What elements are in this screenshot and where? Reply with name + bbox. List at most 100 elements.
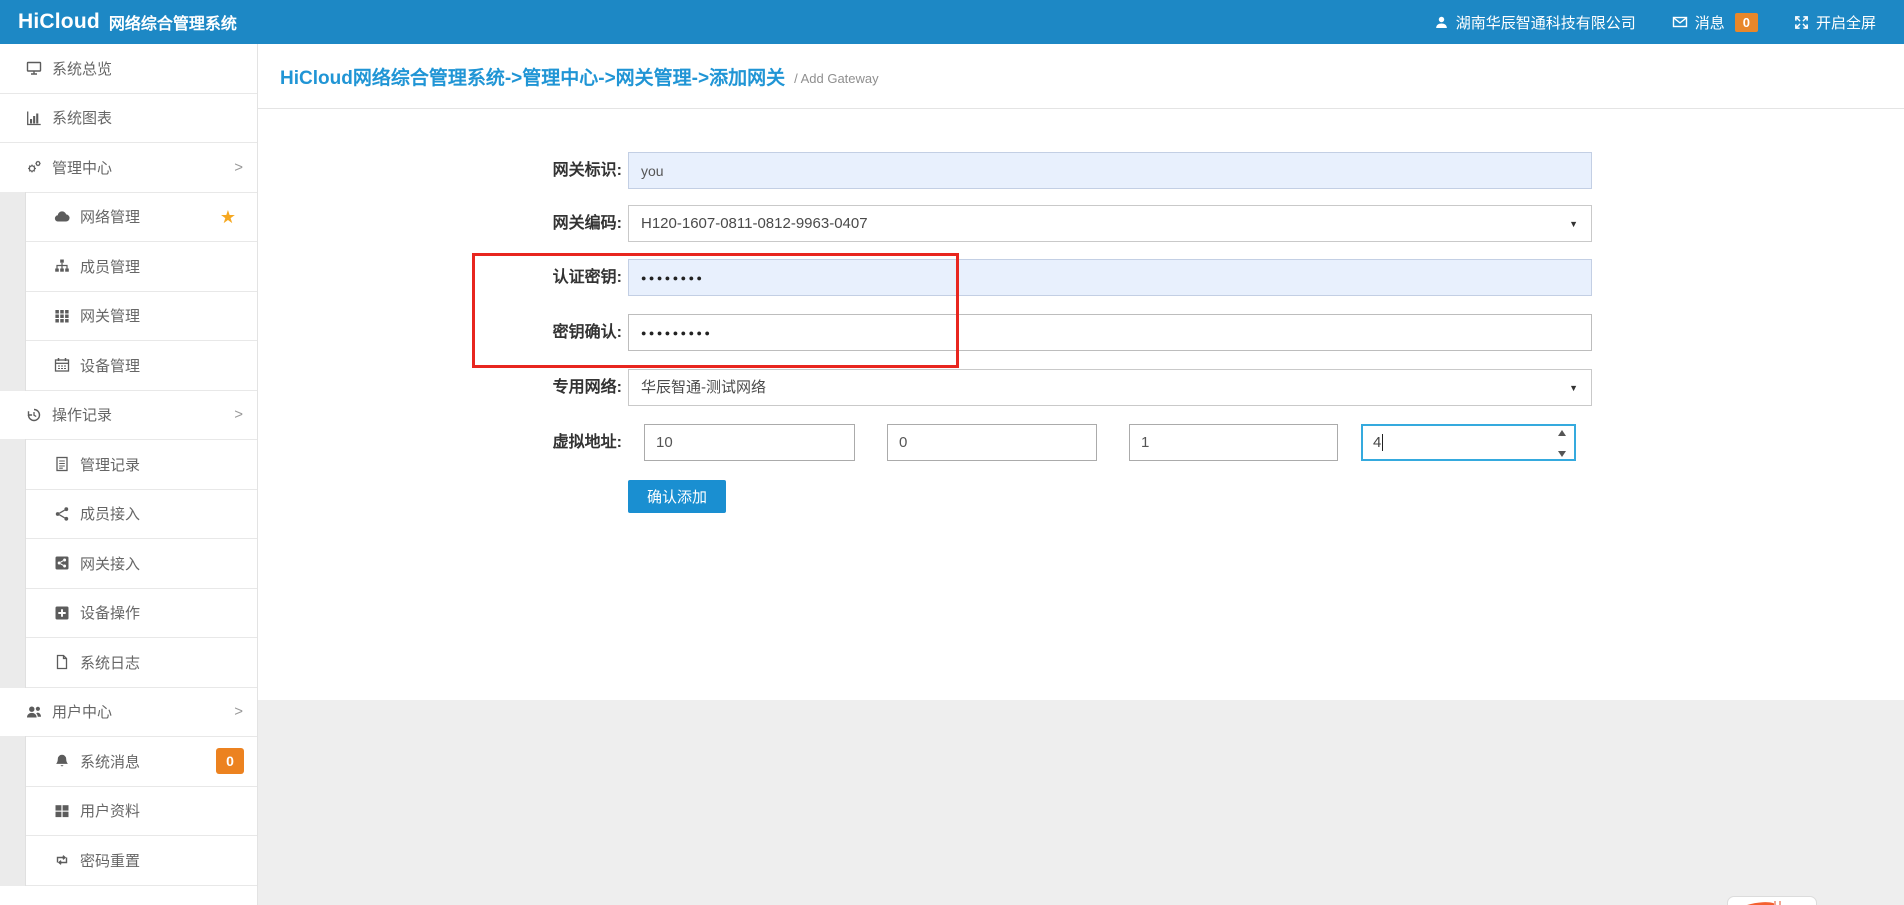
history-icon bbox=[24, 407, 44, 423]
breadcrumb-note: / Add Gateway bbox=[794, 71, 879, 86]
auth-key-label: 认证密钥: bbox=[258, 259, 622, 296]
private-network-select[interactable]: 华辰智通-测试网络 ▼ bbox=[628, 369, 1592, 406]
sidebar-item-label: 管理中心 bbox=[52, 157, 112, 178]
sidebar-item-gateway-management[interactable]: 网关管理 bbox=[0, 292, 257, 342]
number-stepper[interactable] bbox=[1554, 430, 1569, 457]
key-confirm-input[interactable] bbox=[628, 314, 1592, 351]
star-icon: ★ bbox=[220, 208, 236, 226]
sidebar-item-label: 成员管理 bbox=[80, 256, 140, 277]
key-confirm-label: 密钥确认: bbox=[258, 314, 622, 351]
virtual-address-input-4[interactable]: 4 bbox=[1361, 424, 1576, 461]
mail-icon bbox=[1672, 14, 1688, 30]
confirm-add-button[interactable]: 确认添加 bbox=[628, 480, 726, 513]
auth-key-input[interactable] bbox=[628, 259, 1592, 296]
file-icon bbox=[52, 654, 72, 670]
sidebar-menu: 系统总览系统图表管理中心 > 网络管理 ★ 成员管理网关管理设备管理操作记录> 管理记录成… bbox=[0, 44, 258, 905]
grid-icon bbox=[52, 308, 72, 324]
sidebar-item-admin-records[interactable]: 管理记录 bbox=[0, 440, 257, 490]
sidebar-item-gateway-access[interactable]: 网关接入 bbox=[0, 539, 257, 589]
fullscreen-icon bbox=[1794, 15, 1809, 30]
sidebar-item-admin-center[interactable]: 管理中心 > bbox=[0, 143, 257, 193]
sidebar-item-device-management[interactable]: 设备管理 bbox=[0, 341, 257, 391]
key-confirm-row: 密钥确认: bbox=[258, 314, 1904, 351]
calendar-icon bbox=[52, 357, 72, 373]
sidebar-item-label: 成员接入 bbox=[80, 503, 140, 524]
gateway-id-row: 网关标识: bbox=[258, 152, 1904, 189]
messages-count-badge: 0 bbox=[1735, 13, 1758, 32]
support-widget-logo-line bbox=[1779, 901, 1781, 905]
auth-key-row: 认证密钥: bbox=[258, 259, 1904, 296]
stepper-up-icon[interactable] bbox=[1558, 430, 1566, 436]
virtual-address-value-4: 4 bbox=[1373, 434, 1381, 451]
cloud-icon bbox=[52, 209, 72, 225]
gateway-code-select[interactable]: H120-1607-0811-0812-9963-0407 ▼ bbox=[628, 205, 1592, 242]
app-root: HiCloud 网络综合管理系统 湖南华辰智通科技有限公司 消息 0 开启全屏 … bbox=[0, 0, 1904, 905]
bell-icon bbox=[52, 753, 72, 769]
desktop-icon bbox=[24, 60, 44, 76]
main-content: HiCloud网络综合管理系统->管理中心->网关管理->添加网关 / Add … bbox=[258, 44, 1904, 905]
sidebar-item-label: 系统图表 bbox=[52, 107, 112, 128]
support-widget-logo bbox=[1734, 899, 1778, 905]
page-background bbox=[258, 700, 1904, 905]
breadcrumb-path: HiCloud网络综合管理系统->管理中心->网关管理->添加网关 bbox=[280, 63, 785, 90]
sidebar-item-label: 用户中心 bbox=[52, 701, 112, 722]
sidebar-item-label: 设备操作 bbox=[80, 602, 140, 623]
breadcrumb: HiCloud网络综合管理系统->管理中心->网关管理->添加网关 / Add … bbox=[258, 44, 1904, 109]
messages-label: 消息 bbox=[1695, 12, 1725, 33]
sidebar-item-user-profile[interactable]: 用户资料 bbox=[0, 787, 257, 837]
brand-logo: HiCloud bbox=[0, 10, 100, 34]
gears-icon bbox=[24, 159, 44, 175]
chevron-right-icon: > bbox=[234, 406, 243, 423]
sidebar-item-system-logs[interactable]: 系统日志 bbox=[0, 638, 257, 688]
sidebar-item-password-reset[interactable]: 密码重置 bbox=[0, 836, 257, 886]
sidebar-item-operation-records[interactable]: 操作记录> bbox=[0, 391, 257, 441]
stepper-down-icon[interactable] bbox=[1558, 451, 1566, 457]
sidebar-item-label: 网关管理 bbox=[80, 305, 140, 326]
private-network-label: 专用网络: bbox=[258, 369, 622, 406]
virtual-address-row: 虚拟地址: 4 bbox=[258, 424, 1904, 461]
virtual-address-input-3[interactable] bbox=[1129, 424, 1338, 461]
share-icon bbox=[52, 506, 72, 522]
chevron-down-icon: ▼ bbox=[1569, 383, 1578, 393]
private-network-value: 华辰智通-测试网络 bbox=[641, 379, 766, 396]
sitemap-icon bbox=[52, 258, 72, 274]
plus-square-icon bbox=[52, 605, 72, 621]
sidebar-item-system-charts[interactable]: 系统图表 bbox=[0, 94, 257, 144]
gateway-code-label: 网关编码: bbox=[258, 205, 622, 242]
sidebar-item-user-center[interactable]: 用户中心> bbox=[0, 688, 257, 738]
sidebar-item-label: 设备管理 bbox=[80, 355, 140, 376]
gateway-code-row: 网关编码: H120-1607-0811-0812-9963-0407 ▼ bbox=[258, 205, 1904, 242]
virtual-address-input-2[interactable] bbox=[887, 424, 1097, 461]
brand-title: 网络综合管理系统 bbox=[109, 10, 237, 34]
floating-support-widget[interactable] bbox=[1727, 896, 1817, 905]
sidebar-item-member-management[interactable]: 成员管理 bbox=[0, 242, 257, 292]
sidebar-item-label: 用户资料 bbox=[80, 800, 140, 821]
support-widget-logo-line bbox=[1774, 901, 1776, 905]
virtual-address-input-1[interactable] bbox=[644, 424, 855, 461]
sidebar-item-system-overview[interactable]: 系统总览 bbox=[0, 44, 257, 94]
fullscreen-toggle[interactable]: 开启全屏 bbox=[1794, 12, 1876, 33]
th-large-icon bbox=[52, 803, 72, 819]
messages-menu[interactable]: 消息 0 bbox=[1672, 12, 1758, 33]
virtual-address-label: 虚拟地址: bbox=[258, 424, 622, 461]
gateway-id-input[interactable] bbox=[628, 152, 1592, 189]
sidebar-item-network-management[interactable]: 网络管理 ★ bbox=[0, 193, 257, 243]
sidebar-item-system-messages[interactable]: 系统消息0 bbox=[0, 737, 257, 787]
users-icon bbox=[24, 704, 44, 720]
chart-icon bbox=[24, 110, 44, 126]
sidebar-item-label: 网络管理 bbox=[80, 206, 140, 227]
sidebar-item-label: 网关接入 bbox=[80, 553, 140, 574]
chevron-right-icon: > bbox=[234, 159, 243, 176]
chevron-down-icon: ▼ bbox=[1569, 219, 1578, 229]
sidebar-item-label: 系统总览 bbox=[52, 58, 112, 79]
sidebar-count-badge: 0 bbox=[216, 748, 244, 774]
sidebar-item-member-access[interactable]: 成员接入 bbox=[0, 490, 257, 540]
company-menu[interactable]: 湖南华辰智通科技有限公司 bbox=[1434, 12, 1636, 33]
sidebar-item-label: 管理记录 bbox=[80, 454, 140, 475]
top-navbar: HiCloud 网络综合管理系统 湖南华辰智通科技有限公司 消息 0 开启全屏 bbox=[0, 0, 1904, 44]
text-cursor bbox=[1382, 434, 1383, 451]
sidebar-item-device-operations[interactable]: 设备操作 bbox=[0, 589, 257, 639]
navbar-right: 湖南华辰智通科技有限公司 消息 0 开启全屏 bbox=[1434, 12, 1904, 33]
sidebar-item-label: 系统日志 bbox=[80, 652, 140, 673]
company-name: 湖南华辰智通科技有限公司 bbox=[1456, 12, 1636, 33]
